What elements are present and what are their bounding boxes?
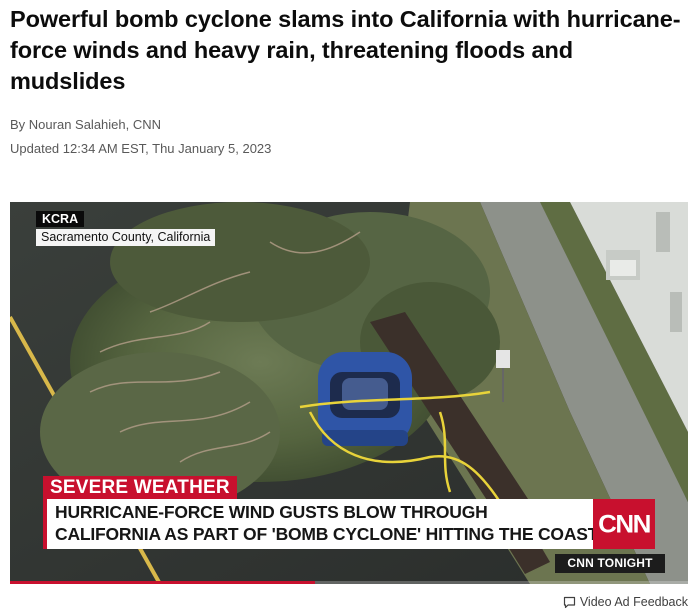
byline-timestamp: Updated 12:34 AM EST, Thu January 5, 202… xyxy=(10,141,272,156)
chyron-line-2: CALIFORNIA AS PART OF 'BOMB CYCLONE' HIT… xyxy=(55,524,599,544)
ad-feedback-label: Video Ad Feedback xyxy=(579,595,688,609)
article-headline: Powerful bomb cyclone slams into Califor… xyxy=(10,6,681,94)
station-name: KCRA xyxy=(36,211,85,227)
video-ad-feedback-link[interactable]: Video Ad Feedback xyxy=(563,594,688,610)
chyron-line-1: HURRICANE-FORCE WIND GUSTS BLOW THROUGH xyxy=(55,502,488,522)
video-progress-bar[interactable] xyxy=(10,581,688,584)
severe-weather-tag: SEVERE WEATHER xyxy=(43,476,237,500)
cnn-logo-text: CNN xyxy=(598,509,651,539)
cnn-logo: CNN xyxy=(593,499,655,549)
speech-bubble-icon xyxy=(563,596,576,609)
show-name-label: CNN TONIGHT xyxy=(555,554,665,573)
byline-author: By Nouran Salahieh, CNN xyxy=(10,117,162,132)
video-player[interactable]: KCRA Sacramento County, California SEVER… xyxy=(10,202,688,584)
chyron: HURRICANE-FORCE WIND GUSTS BLOW THROUGH … xyxy=(43,499,599,549)
station-bug: KCRA Sacramento County, California xyxy=(36,210,216,246)
byline: By Nouran Salahieh, CNN Updated 12:34 AM… xyxy=(10,117,271,157)
station-location: Sacramento County, California xyxy=(36,229,216,246)
video-progress-fill xyxy=(10,581,316,584)
